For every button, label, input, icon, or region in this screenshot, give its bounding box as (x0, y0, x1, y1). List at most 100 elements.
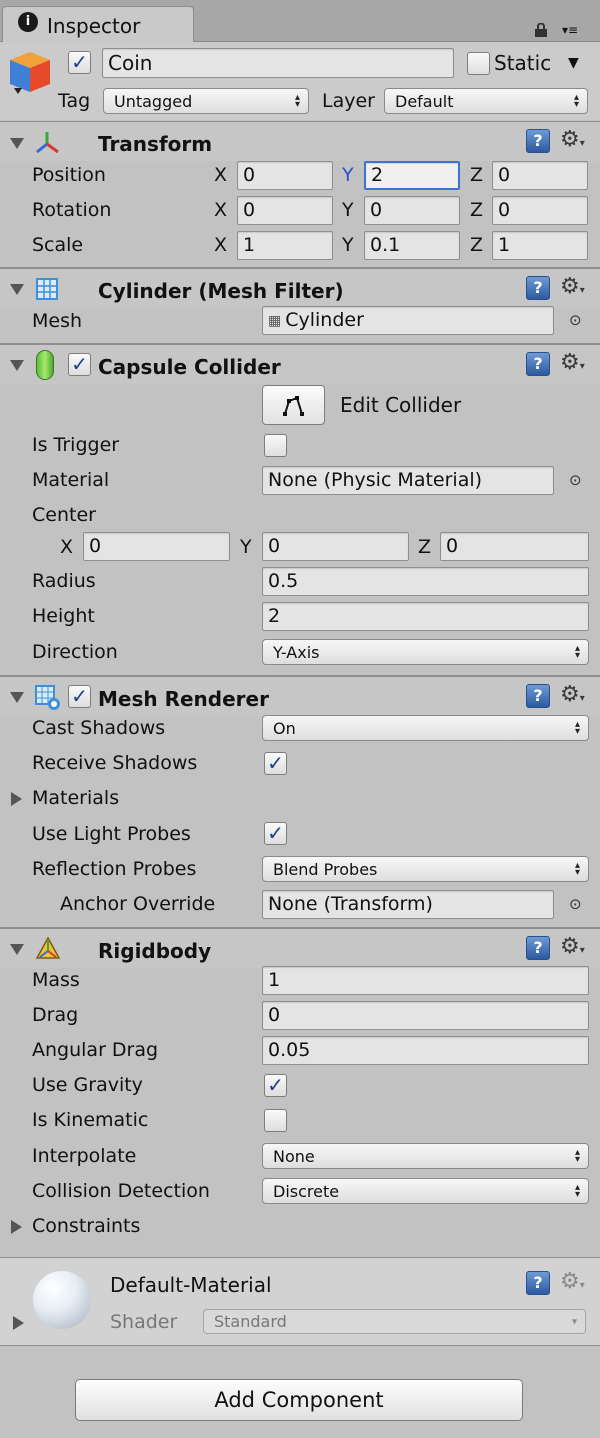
static-dropdown-arrow[interactable]: ▼ (568, 56, 579, 70)
gear-icon[interactable]: ⚙▾ (560, 276, 585, 298)
rigidbody-icon (34, 935, 62, 968)
rotation-x-field[interactable]: 0 (237, 196, 333, 225)
scale-z-axis-label[interactable]: Z (470, 236, 483, 255)
foldout-closed-icon[interactable] (13, 1316, 24, 1330)
height-field[interactable]: 2 (262, 602, 589, 631)
layer-dropdown[interactable]: Default ▴ ▾ (384, 88, 588, 114)
scale-x-axis-label[interactable]: X (214, 236, 227, 255)
help-icon[interactable]: ? (526, 352, 550, 376)
collision-detection-dropdown[interactable]: Discrete ▴ ▾ (262, 1178, 589, 1204)
transform-header[interactable]: Transform ? ⚙▾ (0, 121, 600, 161)
rotation-z-field[interactable]: 0 (492, 196, 588, 225)
is-kinematic-label: Is Kinematic (32, 1109, 149, 1131)
center-y-field[interactable]: 0 (262, 532, 409, 561)
help-icon[interactable]: ? (526, 129, 550, 153)
foldout-open-icon[interactable] (10, 138, 24, 149)
object-name-field[interactable]: Coin (102, 48, 454, 78)
gear-icon[interactable]: ⚙▾ (560, 936, 585, 958)
center-x-axis-label[interactable]: X (60, 538, 73, 557)
inspector-tab[interactable]: i Inspector (2, 6, 194, 43)
position-x-field[interactable]: 0 (237, 161, 333, 190)
cast-shadows-dropdown[interactable]: On ▴ ▾ (262, 715, 589, 741)
help-icon[interactable]: ? (526, 276, 550, 300)
angular-drag-field[interactable]: 0.05 (262, 1036, 589, 1065)
anchor-override-field[interactable]: None (Transform) (262, 890, 554, 919)
scale-z-value: 1 (498, 234, 511, 256)
center-z-field[interactable]: 0 (440, 532, 589, 561)
radius-field[interactable]: 0.5 (262, 567, 589, 596)
receive-shadows-checkbox[interactable]: ✓ (264, 752, 287, 775)
constraints-label[interactable]: Constraints (32, 1217, 140, 1236)
object-picker-icon[interactable]: ⊙ (569, 897, 582, 912)
help-icon[interactable]: ? (526, 936, 550, 960)
drag-field[interactable]: 0 (262, 1001, 589, 1030)
mass-field[interactable]: 1 (262, 966, 589, 995)
object-picker-icon[interactable]: ⊙ (569, 313, 582, 328)
gear-icon[interactable]: ⚙▾ (560, 1271, 585, 1293)
lock-icon[interactable] (534, 20, 548, 37)
light-probes-checkbox[interactable]: ✓ (264, 822, 287, 845)
is-trigger-checkbox[interactable] (264, 434, 287, 457)
center-y-value: 0 (268, 535, 281, 557)
tag-label: Tag (58, 90, 91, 112)
tab-menu-icon[interactable]: ▾≡ (562, 24, 578, 36)
tag-dropdown[interactable]: Untagged ▴ ▾ (103, 88, 309, 114)
help-icon[interactable]: ? (526, 684, 550, 708)
position-y-field[interactable]: 2 (364, 161, 460, 190)
rotation-y-axis-label[interactable]: Y (342, 201, 354, 220)
use-gravity-checkbox[interactable]: ✓ (264, 1074, 287, 1097)
capsule-collider-header[interactable]: ✓ Capsule Collider ? ⚙▾ (0, 344, 600, 384)
direction-dropdown[interactable]: Y-Axis ▴ ▾ (262, 639, 589, 665)
center-x-field[interactable]: 0 (83, 532, 230, 561)
center-y-axis-label[interactable]: Y (240, 538, 252, 557)
rotation-z-axis-label[interactable]: Z (470, 201, 483, 220)
gear-icon[interactable]: ⚙▾ (560, 684, 585, 706)
dropdown-arrows-icon: ▴ ▾ (574, 719, 580, 737)
rotation-x-axis-label[interactable]: X (214, 201, 227, 220)
mesh-object-field[interactable]: ▦ Cylinder (262, 306, 554, 335)
static-checkbox[interactable] (467, 52, 490, 75)
anchor-override-label: Anchor Override (60, 893, 216, 915)
foldout-open-icon[interactable] (10, 944, 24, 955)
interpolate-dropdown[interactable]: None ▴ ▾ (262, 1143, 589, 1169)
object-picker-icon[interactable]: ⊙ (569, 473, 582, 488)
foldout-closed-icon[interactable] (11, 792, 22, 806)
capsule-collider-enabled-checkbox[interactable]: ✓ (68, 353, 91, 376)
gear-icon[interactable]: ⚙▾ (560, 129, 585, 151)
reflection-probes-value: Blend Probes (273, 859, 378, 879)
foldout-open-icon[interactable] (10, 692, 24, 703)
shader-dropdown[interactable]: Standard ▾ (203, 1309, 586, 1334)
scale-z-field[interactable]: 1 (492, 231, 588, 260)
foldout-open-icon[interactable] (10, 360, 24, 371)
capsule-collider-title: Capsule Collider (98, 355, 281, 379)
add-component-button[interactable]: Add Component (75, 1379, 523, 1421)
mesh-renderer-enabled-checkbox[interactable]: ✓ (68, 685, 91, 708)
edit-collider-button[interactable] (262, 385, 325, 425)
collider-material-field[interactable]: None (Physic Material) (262, 466, 554, 495)
center-z-axis-label[interactable]: Z (418, 538, 431, 557)
mesh-filter-header[interactable]: Cylinder (Mesh Filter) ? ⚙▾ (0, 268, 600, 308)
rotation-y-field[interactable]: 0 (364, 196, 460, 225)
rigidbody-header[interactable]: Rigidbody ? ⚙▾ (0, 928, 600, 968)
active-checkbox[interactable]: ✓ (68, 51, 91, 74)
materials-label[interactable]: Materials (32, 789, 119, 808)
foldout-closed-icon[interactable] (11, 1220, 22, 1234)
is-kinematic-checkbox[interactable] (264, 1109, 287, 1132)
scale-y-field[interactable]: 0.1 (364, 231, 460, 260)
help-icon[interactable]: ? (526, 1271, 550, 1295)
drag-label: Drag (32, 1004, 79, 1026)
position-x-axis-label[interactable]: X (214, 166, 227, 185)
scale-x-field[interactable]: 1 (237, 231, 333, 260)
mesh-renderer-header[interactable]: ✓ Mesh Renderer ? ⚙▾ (0, 676, 600, 716)
mesh-value: Cylinder (285, 309, 364, 331)
mesh-label: Mesh (32, 310, 83, 332)
center-x-value: 0 (89, 535, 102, 557)
gear-icon[interactable]: ⚙▾ (560, 352, 585, 374)
position-z-axis-label[interactable]: Z (470, 166, 483, 185)
material-name: Default-Material (110, 1273, 272, 1297)
foldout-open-icon[interactable] (10, 284, 24, 295)
position-y-axis-label[interactable]: Y (342, 166, 354, 185)
position-z-field[interactable]: 0 (492, 161, 588, 190)
scale-y-axis-label[interactable]: Y (342, 236, 354, 255)
reflection-probes-dropdown[interactable]: Blend Probes ▴ ▾ (262, 856, 589, 882)
